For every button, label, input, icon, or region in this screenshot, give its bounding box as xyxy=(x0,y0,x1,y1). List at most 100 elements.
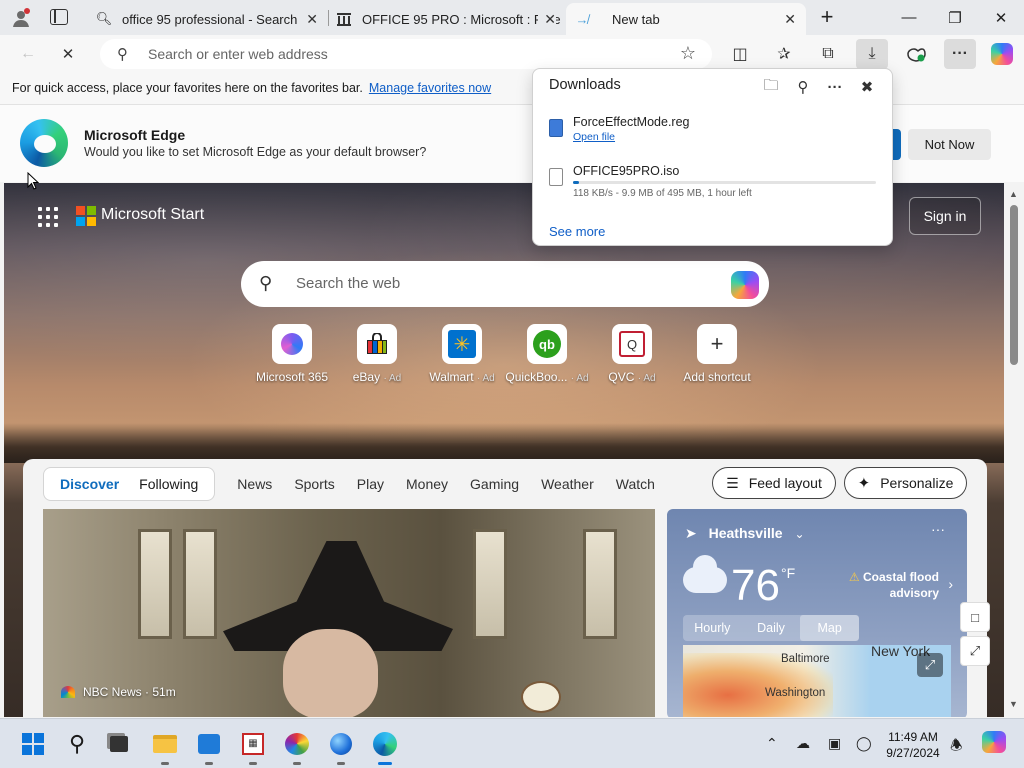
edge-taskbar-icon[interactable] xyxy=(372,731,398,765)
expand-map-icon[interactable]: ⤢ xyxy=(917,653,943,677)
paint-icon[interactable] xyxy=(284,731,310,765)
weather-location[interactable]: ➤ Heathsville ⌄ xyxy=(685,525,805,542)
shortcut-quickbooks[interactable]: qb QuickBoo... · Ad xyxy=(505,324,589,384)
tab-office-search[interactable]: 🔍︎ office 95 professional - Search ✕ xyxy=(88,3,328,35)
hero-image-window xyxy=(583,529,617,639)
display-icon[interactable]: ▣ xyxy=(828,735,841,752)
network-icon[interactable]: ◯ xyxy=(856,735,872,752)
add-shortcut-button[interactable]: + Add shortcut xyxy=(675,324,759,384)
split-screen-icon[interactable]: ◫ xyxy=(724,39,756,69)
open-file-link[interactable]: Open file xyxy=(573,131,615,143)
favorites-icon[interactable]: ✰ xyxy=(768,39,800,69)
profile-icon[interactable] xyxy=(10,7,32,29)
back-button[interactable]: ← xyxy=(12,39,44,69)
web-search-placeholder: Search the web xyxy=(296,275,401,292)
start-button[interactable] xyxy=(20,731,46,757)
collections-icon[interactable]: ⧉ xyxy=(812,39,844,69)
open-folder-icon[interactable]: 🗀︎ xyxy=(759,75,783,99)
search-icon[interactable]: ⚲ xyxy=(791,75,815,99)
close-tab-icon[interactable]: ✕ xyxy=(306,11,318,28)
new-tab-button[interactable]: + xyxy=(814,4,840,30)
weather-alert[interactable]: ⚠ Coastal flood advisory xyxy=(849,569,939,601)
personalize-label: Personalize xyxy=(880,475,954,491)
sliders-icon: ☰ xyxy=(726,474,739,491)
taskbar-clock[interactable]: 11:49 AM 9/27/2024 xyxy=(878,729,948,761)
plus-icon: + xyxy=(697,324,737,364)
tab-office-archive[interactable]: OFFICE 95 PRO : Microsoft : Free ✕ xyxy=(328,3,566,35)
favorite-star-icon[interactable]: ☆ xyxy=(680,43,696,64)
scrollbar-thumb[interactable] xyxy=(1010,205,1018,365)
restore-button[interactable]: ❐ xyxy=(932,0,978,35)
shortcut-walmart[interactable]: ✳ Walmart · Ad xyxy=(420,324,504,384)
store-icon[interactable] xyxy=(196,731,222,765)
notifications-bell-icon[interactable]: 🕭︎ xyxy=(950,735,963,759)
minimize-button[interactable]: — xyxy=(886,0,932,35)
search-icon[interactable]: ⚲ xyxy=(64,731,90,757)
scroll-up-icon[interactable]: ▲ xyxy=(1009,189,1018,199)
onedrive-icon[interactable]: ☁ xyxy=(796,735,810,752)
fullscreen-icon[interactable]: ⤢ xyxy=(960,636,990,666)
close-window-button[interactable]: ✕ xyxy=(978,0,1024,35)
weather-tab-map[interactable]: Map xyxy=(800,615,860,641)
tab-actions-icon[interactable] xyxy=(50,9,68,25)
tab-play[interactable]: Play xyxy=(357,476,384,492)
feed-layout-button[interactable]: ☰ Feed layout xyxy=(712,467,836,499)
copilot-pre-icon[interactable] xyxy=(982,731,1006,753)
globe-app-icon[interactable] xyxy=(328,731,354,765)
tab-new-tab[interactable]: ↛ New tab ✕ xyxy=(566,3,806,35)
settings-more-icon[interactable]: ··· xyxy=(944,39,976,69)
hero-news-card[interactable]: NBC News · 51m xyxy=(43,509,655,717)
tab-watch[interactable]: Watch xyxy=(616,476,655,492)
web-search-box[interactable]: ⚲ Search the web xyxy=(241,261,769,307)
shortcut-label: Walmart xyxy=(429,370,474,384)
iso-file-icon xyxy=(549,168,563,186)
more-options-icon[interactable]: ··· xyxy=(823,75,847,99)
stop-loading-button[interactable]: ✕ xyxy=(52,39,84,69)
pin-icon[interactable]: ✖ xyxy=(855,75,879,99)
shortcut-label: QVC xyxy=(608,370,635,384)
sign-in-button[interactable]: Sign in xyxy=(909,197,981,235)
feedback-icon[interactable]: □ xyxy=(960,602,990,632)
shortcut-label: Add shortcut xyxy=(683,370,751,384)
see-more-link[interactable]: See more xyxy=(549,224,605,239)
tab-discover[interactable]: Discover xyxy=(60,476,119,492)
show-hidden-icons-chevron-icon[interactable]: ⌃ xyxy=(766,735,778,752)
copilot-icon[interactable] xyxy=(731,271,759,299)
close-tab-icon[interactable]: ✕ xyxy=(538,11,556,28)
file-explorer-icon[interactable] xyxy=(152,731,178,765)
address-bar[interactable]: ⚲ Search or enter web address ☆ xyxy=(100,39,712,69)
shortcut-ebay[interactable]: eBay · Ad xyxy=(335,324,419,384)
shortcut-microsoft-365[interactable]: Microsoft 365 xyxy=(250,324,334,384)
close-tab-icon[interactable]: ✕ xyxy=(784,11,796,28)
personalize-button[interactable]: ✦ Personalize xyxy=(844,467,967,499)
tab-weather[interactable]: Weather xyxy=(541,476,594,492)
tab-following[interactable]: Following xyxy=(139,476,198,492)
not-now-button[interactable]: Not Now xyxy=(908,129,991,160)
weather-card[interactable]: ➤ Heathsville ⌄ ··· 76 °F ⚠ Coastal floo… xyxy=(667,509,967,717)
nbc-logo-icon xyxy=(61,686,75,698)
tab-sports[interactable]: Sports xyxy=(294,476,334,492)
manage-favorites-link[interactable]: Manage favorites now xyxy=(369,81,491,95)
weather-tab-daily[interactable]: Daily xyxy=(742,615,801,641)
hero-image-window xyxy=(183,529,217,639)
app-launcher-icon[interactable] xyxy=(38,207,58,227)
clock-time: 11:49 AM xyxy=(888,730,938,744)
feed-tabs: Discover Following News Sports Play Mone… xyxy=(43,467,655,501)
shortcut-qvc[interactable]: Q QVC · Ad xyxy=(590,324,674,384)
tab-gaming[interactable]: Gaming xyxy=(470,476,519,492)
browser-essentials-icon[interactable] xyxy=(900,39,932,69)
tab-news[interactable]: News xyxy=(237,476,272,492)
walmart-icon: ✳ xyxy=(442,324,482,364)
more-options-icon[interactable]: ··· xyxy=(931,521,945,537)
location-arrow-icon: ➤ xyxy=(685,525,697,541)
calendar-app-icon[interactable]: ▦ xyxy=(240,731,266,765)
microsoft-365-icon xyxy=(272,324,312,364)
downloads-icon[interactable]: ⤓ xyxy=(856,39,888,69)
tab-money[interactable]: Money xyxy=(406,476,448,492)
scroll-down-icon[interactable]: ▼ xyxy=(1009,699,1018,709)
page-scrollbar[interactable]: ▲ ▼ xyxy=(1004,183,1024,717)
weather-tab-hourly[interactable]: Hourly xyxy=(683,615,742,641)
copilot-icon[interactable] xyxy=(986,39,1018,69)
weather-map[interactable]: Baltimore Washington New York ⤢ xyxy=(683,645,951,717)
task-view-icon[interactable] xyxy=(106,731,132,757)
